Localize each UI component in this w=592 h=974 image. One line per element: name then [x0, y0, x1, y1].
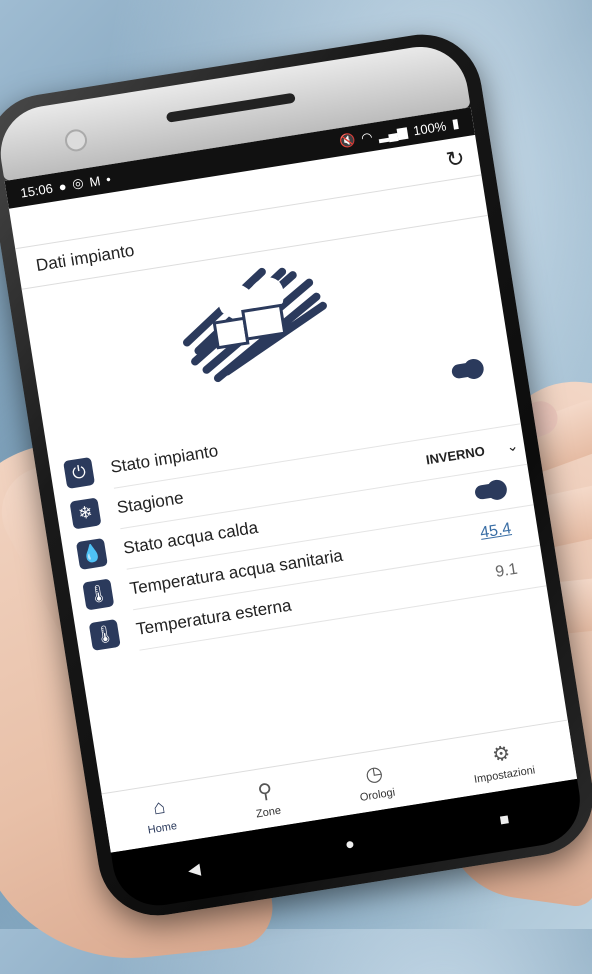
row-label: Stagione [115, 488, 185, 518]
nav-zone[interactable]: ⚲ Zone [251, 777, 282, 821]
power-icon: ⏻ [63, 456, 96, 489]
location-pin-icon: ⚲ [256, 779, 275, 804]
thermometer-icon: 🌡 [88, 618, 121, 651]
chevron-down-icon[interactable]: ⌄ [505, 437, 519, 456]
external-temp-value: 9.1 [494, 560, 519, 581]
snowflake-icon: ❄ [69, 497, 102, 530]
home-circle-icon[interactable]: ● [344, 836, 356, 855]
earpiece-speaker [165, 92, 296, 123]
recents-icon[interactable]: ■ [498, 811, 510, 830]
page-title: Dati impianto [34, 240, 136, 276]
status-time: 15:06 [19, 180, 54, 201]
battery-level: 100% [412, 117, 448, 138]
main-toggle[interactable] [450, 360, 483, 380]
mute-icon: 🔇 [338, 131, 357, 150]
gmail-icon: M [88, 172, 102, 190]
nav-label: Home [146, 820, 178, 837]
nav-orologi[interactable]: ◷ Orologi [355, 759, 396, 804]
hot-water-toggle[interactable] [474, 481, 506, 501]
notification-dot: • [104, 171, 112, 187]
clock-icon: ◷ [363, 762, 385, 787]
water-drop-icon: 💧 [75, 537, 108, 570]
refresh-icon[interactable]: ↻ [444, 145, 466, 174]
nav-home[interactable]: ⌂ Home [143, 794, 178, 837]
water-temp-icon: 🌡 [82, 578, 115, 611]
nav-label: Orologi [359, 786, 396, 804]
nav-label: Impostazioni [473, 764, 537, 786]
nav-impostazioni[interactable]: ⚙ Impostazioni [469, 737, 536, 786]
water-temp-value[interactable]: 45.4 [479, 520, 513, 543]
settings-list: ⏻ Stato impianto ❄ Stagione INVERNO ⌄ 💧 … [48, 383, 547, 660]
nav-label: Zone [255, 804, 282, 821]
battery-icon: ▮ [450, 115, 461, 132]
brand-logo [183, 267, 327, 383]
season-select-value[interactable]: INVERNO [425, 443, 486, 467]
account-icon: ● [57, 178, 68, 195]
gear-icon: ⚙ [490, 742, 512, 767]
signal-icon: ▂▄▆ [377, 123, 409, 143]
phone: 15:06 ● ◎ M • 🔇 ◠ ▂▄▆ 100% ▮ ↻ Dati impi… [0, 26, 592, 924]
home-icon: ⌂ [151, 795, 167, 820]
row-label: Stato impianto [109, 441, 220, 477]
instagram-icon: ◎ [71, 174, 85, 192]
front-camera-icon [63, 127, 89, 153]
back-icon[interactable]: ◀ [186, 859, 202, 881]
wifi-icon: ◠ [360, 129, 374, 146]
